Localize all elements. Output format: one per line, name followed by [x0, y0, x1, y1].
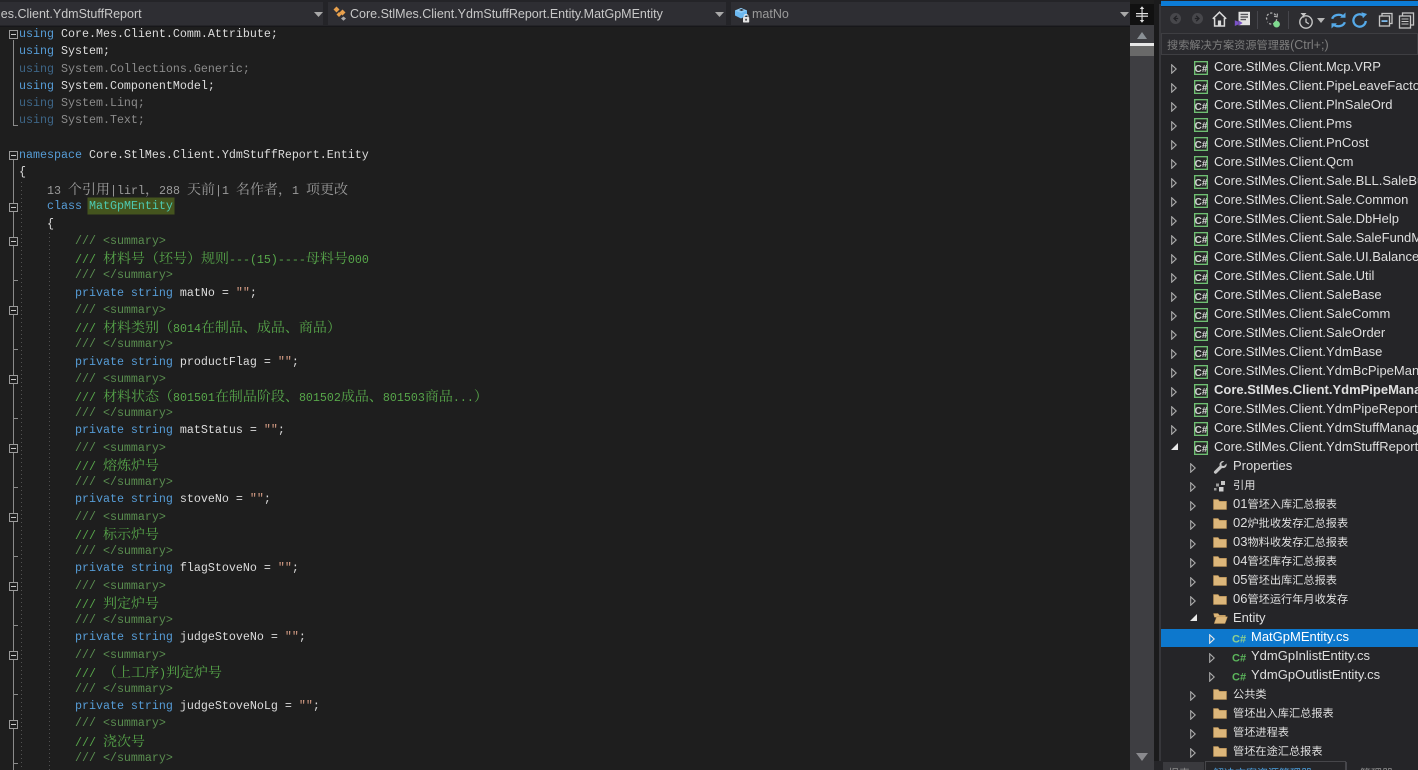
svg-text:C#: C# [1232, 653, 1246, 665]
svg-text:C#: C# [1195, 121, 1208, 132]
svg-text:C#: C# [1195, 330, 1208, 341]
svg-text:C#: C# [1195, 273, 1208, 284]
svg-text:C#: C# [1195, 444, 1208, 455]
svg-text:C#: C# [1195, 235, 1208, 246]
svg-text:C#: C# [1195, 83, 1208, 94]
svg-text:C#: C# [1195, 425, 1208, 436]
svg-text:C#: C# [1195, 64, 1208, 75]
svg-text:C#: C# [1195, 254, 1208, 265]
svg-text:C#: C# [1195, 140, 1208, 151]
svg-text:C#: C# [1195, 292, 1208, 303]
svg-text:C#: C# [1195, 406, 1208, 417]
svg-text:C#: C# [1195, 197, 1208, 208]
svg-text:C#: C# [1195, 159, 1208, 170]
svg-text:C#: C# [1195, 216, 1208, 227]
svg-text:C#: C# [1232, 672, 1246, 684]
svg-text:C#: C# [1195, 368, 1208, 379]
svg-text:C#: C# [1195, 311, 1208, 322]
svg-text:C#: C# [1232, 634, 1246, 646]
svg-text:C#: C# [1195, 349, 1208, 360]
svg-text:C#: C# [1195, 102, 1208, 113]
svg-text:C#: C# [1195, 387, 1208, 398]
svg-text:C#: C# [1195, 178, 1208, 189]
